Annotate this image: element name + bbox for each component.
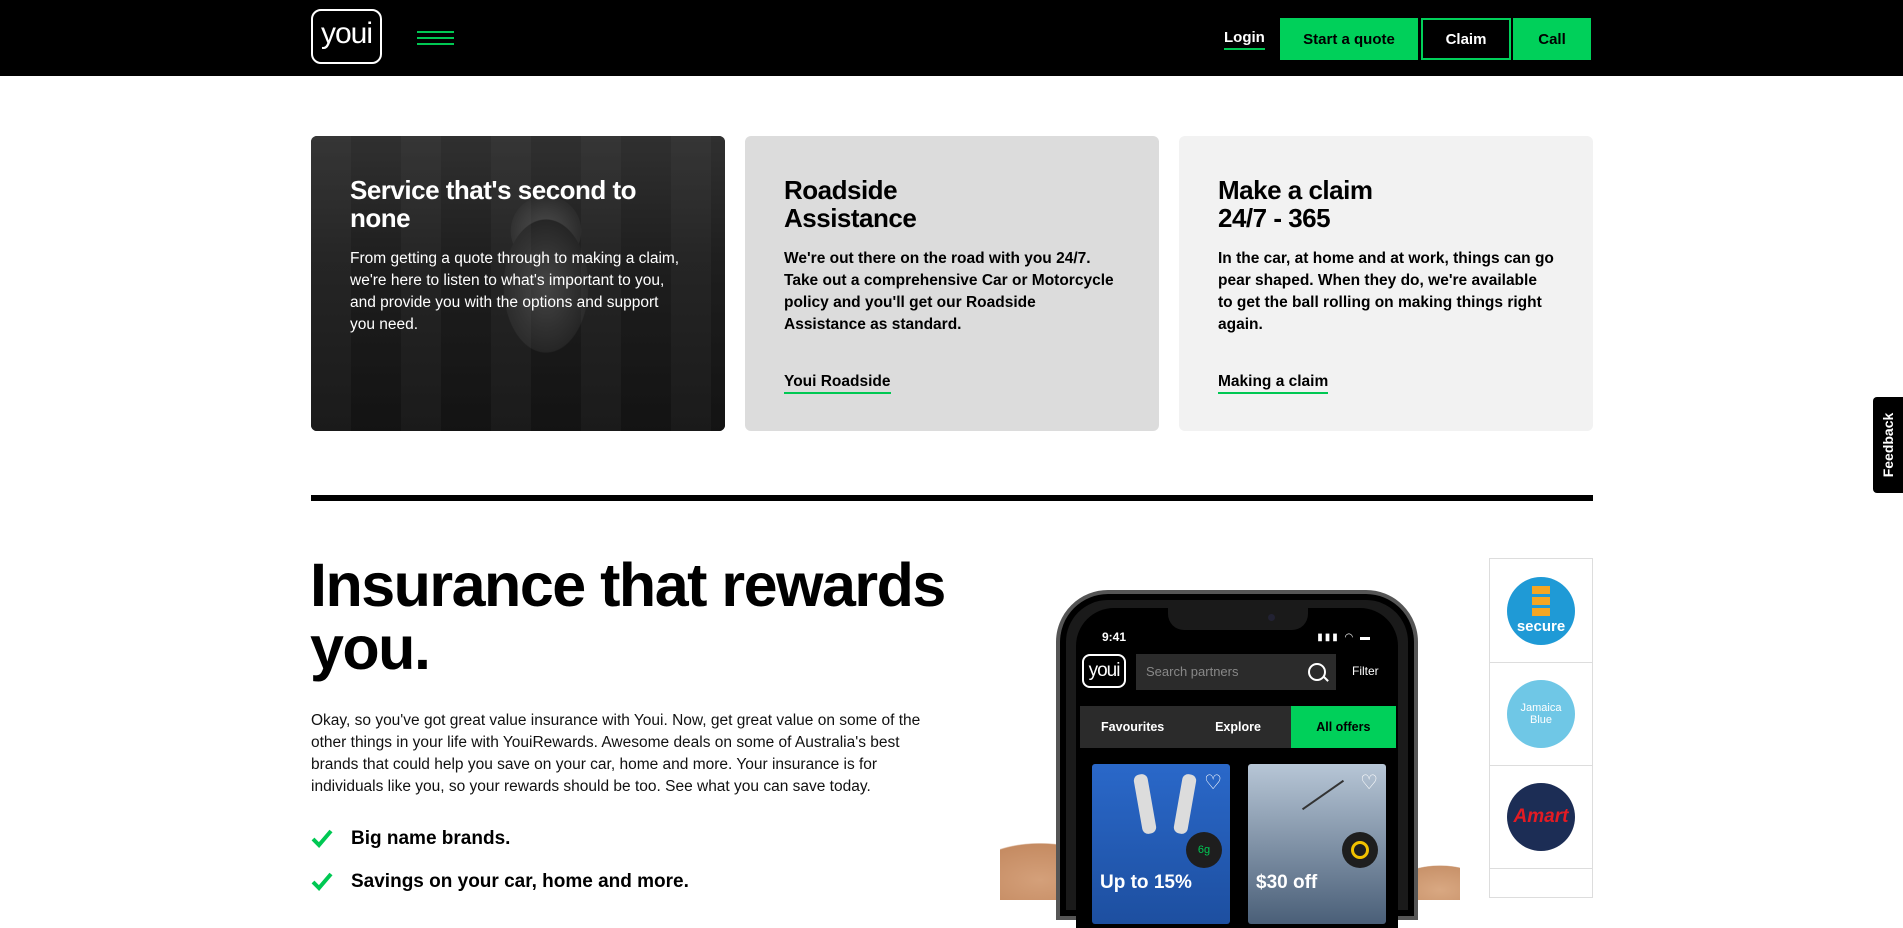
benefit-text: Savings on your car, home and more. [351,871,689,892]
service-card: Service that's second to none From getti… [311,136,725,431]
partner-logo-panel: secure Jamaica Blue Amart [1489,558,1593,898]
search-placeholder: Search partners [1146,664,1239,679]
check-icon [311,829,333,848]
search-icon [1308,663,1326,681]
feedback-label: Feedback [1880,412,1896,478]
app-youi-logo: youi [1082,654,1126,688]
signal-battery-icon: ▮▮▮ ◠ ▬ [1317,632,1372,643]
start-quote-button[interactable]: Start a quote [1280,18,1418,60]
call-button[interactable]: Call [1513,18,1591,60]
section-divider [311,495,1593,501]
youi-roadside-link[interactable]: Youi Roadside [784,373,891,394]
check-icon [311,872,333,891]
rewards-description: Okay, so you've got great value insuranc… [311,712,921,795]
wrench-icon [1172,773,1198,835]
partner-amart[interactable]: Amart [1490,765,1592,869]
claim-button[interactable]: Claim [1421,18,1511,60]
offer-card: ♡ $30 off [1248,764,1386,924]
status-time: 9:41 [1102,630,1127,644]
roadside-card: Roadside Assistance We're out there on t… [745,136,1159,431]
offer-card: ♡ 6g Up to 15% [1092,764,1230,924]
menu-hamburger-icon[interactable] [417,31,454,47]
wrench-icon [1132,773,1158,835]
filter-label: Filter [1352,664,1379,678]
phone-notch [1168,608,1308,630]
jamaica-blue-logo: Jamaica Blue [1507,679,1575,748]
phone-screen: 9:41 ▮▮▮ ◠ ▬ youi Search partners Filter… [1076,608,1398,928]
windscreen-crack-icon [1301,779,1345,811]
card-body: In the car, at home and at work, things … [1218,250,1554,333]
card-title: Service that's second to none [350,175,637,233]
benefit-text: Big name brands. [351,828,511,849]
feedback-tab[interactable]: Feedback [1873,397,1903,493]
secure-logo: secure [1507,576,1575,645]
card-title: Roadside Assistance [784,175,917,233]
phone-mockup: 9:41 ▮▮▮ ◠ ▬ youi Search partners Filter… [1056,590,1418,928]
card-body: We're out there on the road with you 24/… [784,250,1114,333]
partner-secure[interactable]: secure [1490,559,1592,663]
youi-logo[interactable]: youi [311,9,382,64]
amart-logo: Amart [1507,782,1575,851]
heart-icon: ♡ [1360,772,1378,794]
app-tab-bar: Favourites Explore All offers [1080,706,1396,748]
list-item: Savings on your car, home and more. [311,871,689,914]
login-link[interactable]: Login [1224,29,1265,50]
tab-favourites: Favourites [1101,720,1165,734]
card-title: Make a claim 24/7 - 365 [1218,175,1373,233]
rewards-benefits-list: Big name brands. Savings on your car, ho… [311,828,689,914]
heart-icon: ♡ [1204,772,1222,794]
tab-all-offers: All offers [1290,706,1396,748]
offer-deal: $30 off [1256,872,1318,893]
top-navigation-bar: youi Login Start a quote Claim Call [0,0,1903,76]
card-body: From getting a quote through to making a… [350,250,680,333]
rewards-headline: Insurance that rewards you. [310,551,946,682]
partner-search-input: Search partners [1136,654,1336,690]
make-claim-card: Make a claim 24/7 - 365 In the car, at h… [1179,136,1593,431]
offer-deal: Up to 15% [1100,872,1192,893]
list-item: Big name brands. [311,828,689,871]
tab-explore: Explore [1215,720,1261,734]
partner-badge: 6g [1186,832,1222,868]
partner-badge [1342,832,1378,868]
partner-jamaica-blue[interactable]: Jamaica Blue [1490,662,1592,766]
making-a-claim-link[interactable]: Making a claim [1218,373,1329,394]
